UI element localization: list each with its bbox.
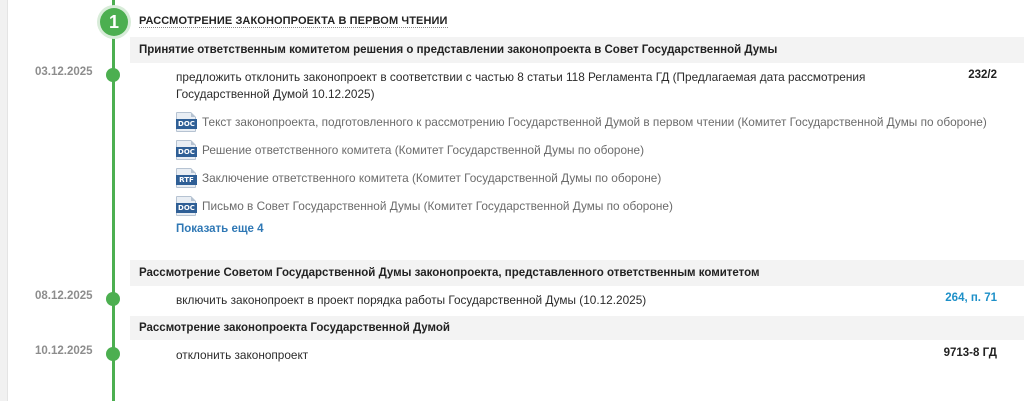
document-link[interactable]: DOC Решение ответственного комитета (Ком… bbox=[176, 140, 644, 160]
document-title[interactable]: Заключение ответственного комитета (Коми… bbox=[202, 171, 661, 185]
document-title[interactable]: Решение ответственного комитета (Комитет… bbox=[202, 143, 644, 157]
event-description: отклонить законопроект bbox=[176, 348, 309, 362]
timeline-dot bbox=[106, 68, 120, 82]
section-title: Рассмотрение законопроекта Государственн… bbox=[139, 322, 450, 334]
document-link[interactable]: RTF Заключение ответственного комитета (… bbox=[176, 168, 661, 188]
timeline-dot bbox=[106, 347, 120, 361]
page-left-border bbox=[0, 0, 8, 401]
doc-file-icon: DOC bbox=[176, 140, 197, 160]
timeline-dot bbox=[106, 292, 120, 306]
doc-file-icon: DOC bbox=[176, 112, 197, 132]
section-header-duma-review: Рассмотрение законопроекта Государственн… bbox=[130, 316, 1024, 340]
event-date: 08.12.2025 bbox=[35, 290, 93, 302]
show-more-link[interactable]: Показать еще 4 bbox=[176, 223, 264, 235]
event-document-number-link[interactable]: 264, п. 71 bbox=[945, 292, 997, 304]
event-document-number: 232/2 bbox=[968, 69, 997, 81]
document-title[interactable]: Письмо в Совет Государственной Думы (Ком… bbox=[202, 199, 673, 213]
section-title: Рассмотрение Советом Государственной Дум… bbox=[139, 267, 760, 279]
stage-title[interactable]: РАССМОТРЕНИЕ ЗАКОНОПРОЕКТА В ПЕРВОМ ЧТЕН… bbox=[139, 15, 448, 28]
timeline-line bbox=[112, 0, 115, 401]
event-description: предложить отклонить законопроект в соот… bbox=[176, 69, 865, 103]
event-date: 10.12.2025 bbox=[35, 345, 93, 357]
event-description: включить законопроект в проект порядка р… bbox=[176, 293, 647, 307]
event-description-line1: предложить отклонить законопроект в соот… bbox=[176, 70, 866, 84]
section-title: Принятие ответственным комитетом решения… bbox=[139, 44, 778, 56]
event-date: 03.12.2025 bbox=[35, 66, 93, 78]
event-document-number: 9713-8 ГД bbox=[943, 347, 997, 359]
document-link[interactable]: DOC Письмо в Совет Государственной Думы … bbox=[176, 196, 673, 216]
document-link[interactable]: DOC Текст законопроекта, подготовленного… bbox=[176, 112, 987, 132]
section-header-council-review: Рассмотрение Советом Государственной Дум… bbox=[130, 260, 1024, 286]
doc-file-icon: DOC bbox=[176, 196, 197, 216]
event-description-line2: Государственной Думой 10.12.2025) bbox=[176, 87, 375, 101]
stage-number-badge: 1 bbox=[100, 8, 128, 36]
section-header-committee-decision: Принятие ответственным комитетом решения… bbox=[130, 37, 1024, 63]
rtf-file-icon: RTF bbox=[176, 168, 197, 188]
document-title[interactable]: Текст законопроекта, подготовленного к р… bbox=[202, 115, 987, 129]
